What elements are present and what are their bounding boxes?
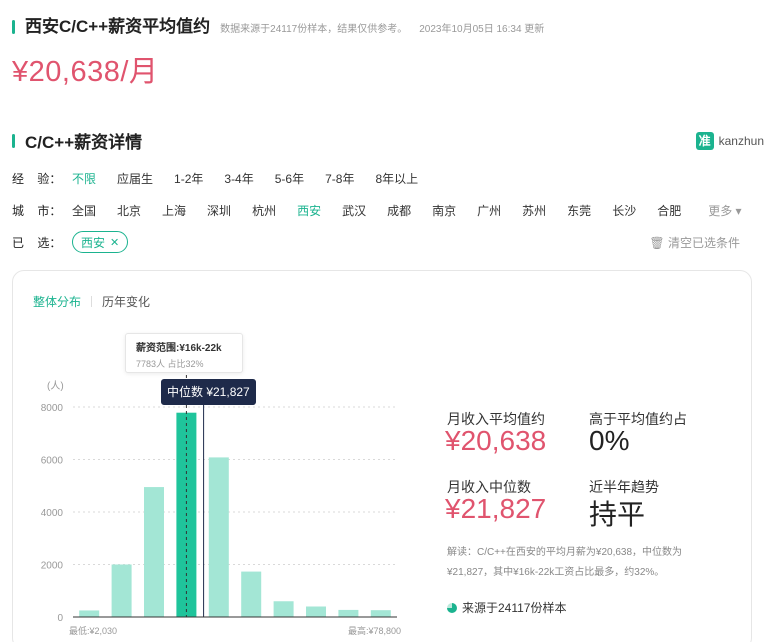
- experience-option[interactable]: 3-4年: [224, 170, 253, 187]
- median-tag: 中位数 ¥21,827: [161, 379, 256, 405]
- experience-option[interactable]: 7-8年: [325, 170, 354, 187]
- histogram-bar: [79, 610, 100, 617]
- city-filter-label: 城 市：: [12, 204, 62, 218]
- city-option[interactable]: 苏州: [522, 202, 546, 219]
- avg-value: ¥20,638: [445, 425, 547, 456]
- city-option[interactable]: 东莞: [567, 202, 591, 219]
- explanation-text: 解读：C/C++在西安的平均月薪为¥20,638，中位数为¥21,827，其中¥…: [447, 547, 683, 578]
- histogram-bar: [111, 564, 132, 617]
- city-option[interactable]: 合肥: [657, 202, 681, 219]
- clear-filters-label: 清空已选条件: [667, 235, 740, 250]
- histogram-bar: [144, 487, 164, 617]
- section-title: C/C++薪资详情: [25, 133, 143, 152]
- update-time: 2023年10月05日 16:34 更新: [419, 24, 545, 35]
- section-header: C/C++薪资详情 准 kanzhun: [12, 128, 764, 153]
- bar-tooltip: 薪资范围:¥16k-22k 7783人 占比32%: [125, 333, 243, 373]
- city-option[interactable]: 上海: [162, 202, 186, 219]
- city-option[interactable]: 成都: [387, 202, 411, 219]
- experience-option[interactable]: 1-2年: [174, 170, 203, 187]
- experience-option[interactable]: 应届生: [117, 170, 153, 187]
- y-tick-label: 8000: [41, 403, 64, 414]
- page-title: 西安C/C++薪资平均值约: [25, 17, 211, 36]
- page-header: 西安C/C++薪资平均值约 数据来源于24117份样本，结果仅供参考。 2023…: [12, 12, 544, 37]
- city-option[interactable]: 深圳: [207, 202, 231, 219]
- sample-source: 来源于24117份样本: [447, 599, 566, 616]
- city-option[interactable]: 长沙: [612, 202, 636, 219]
- y-tick-label: 4000: [41, 508, 64, 519]
- experience-option[interactable]: 不限: [72, 170, 96, 187]
- section-marker: [12, 133, 15, 148]
- trend-value: 持平: [589, 499, 646, 530]
- histogram-bar: [273, 601, 294, 617]
- salary-distribution-card: 整体分布 历年变化 (人) 0 2000 4000 6000 8000 最低:¥2,030 最…: [12, 270, 752, 642]
- city-more-button[interactable]: 更多 ▾: [708, 202, 741, 219]
- experience-option[interactable]: 8年以上: [375, 170, 418, 187]
- histogram-bar: [370, 610, 391, 617]
- median-value: ¥21,827: [445, 493, 547, 524]
- city-option[interactable]: 武汉: [342, 202, 366, 219]
- kanzhun-logo-text: kanzhun: [718, 133, 764, 148]
- city-filter: 城 市： 全国 北京 上海 深圳 杭州 西安 武汉 成都 南京 广州 苏州 东莞 长沙 合肥 更多 ▾: [12, 202, 742, 219]
- histogram-bar: [241, 571, 262, 617]
- above-avg-value: 0%: [589, 425, 630, 456]
- selected-chip-xian[interactable]: 西安 ✕: [72, 231, 129, 253]
- tooltip-detail: 7783人 占比32%: [136, 359, 204, 369]
- city-option[interactable]: 西安: [297, 202, 321, 219]
- x-min-label: 最低:¥2,030: [69, 625, 117, 636]
- tooltip-range: 薪资范围:¥16k-22k: [136, 343, 222, 354]
- histogram-bar: [208, 457, 229, 617]
- salary-histogram: (人) 0 2000 4000 6000 8000 最低:¥2,030 最高:¥78,800: [41, 375, 401, 636]
- x-max-label: 最高:¥78,800: [348, 625, 401, 636]
- clear-filters-button[interactable]: 🗑 清空已选条件: [649, 234, 740, 251]
- sample-source-label: 来源于24117份样本: [462, 601, 567, 615]
- experience-filter: 经 验： 不限 应届生 1-2年 3-4年 5-6年 7-8年 8年以上: [12, 170, 439, 187]
- y-tick-label: 0: [57, 613, 63, 624]
- experience-option[interactable]: 5-6年: [275, 170, 304, 187]
- experience-filter-label: 经 验：: [12, 172, 62, 186]
- kanzhun-logo-icon: 准: [695, 131, 714, 150]
- data-source-note: 数据来源于24117份样本，结果仅供参考。: [220, 24, 408, 35]
- y-tick-label: 6000: [41, 456, 64, 467]
- average-salary: ¥20,638/月: [12, 56, 159, 88]
- selected-filter: 已 选： 西安 ✕ 🗑 清空已选条件: [12, 231, 764, 253]
- selected-chip-label: 西安: [81, 235, 106, 250]
- city-option[interactable]: 杭州: [252, 202, 276, 219]
- selected-filter-label: 已 选：: [12, 235, 62, 250]
- city-option[interactable]: 南京: [432, 202, 456, 219]
- title-marker: [12, 20, 15, 34]
- city-option[interactable]: 广州: [477, 202, 501, 219]
- city-option[interactable]: 全国: [72, 202, 96, 219]
- histogram-bar: [306, 606, 326, 617]
- histogram-bar: [338, 609, 359, 617]
- pie-icon: [447, 602, 457, 613]
- y-axis-unit: (人): [47, 380, 64, 392]
- close-icon[interactable]: ✕: [110, 236, 119, 249]
- trash-icon: 🗑: [649, 235, 665, 250]
- y-tick-label: 2000: [41, 561, 64, 572]
- kanzhun-logo[interactable]: 准 kanzhun: [695, 131, 764, 150]
- city-option[interactable]: 北京: [117, 202, 141, 219]
